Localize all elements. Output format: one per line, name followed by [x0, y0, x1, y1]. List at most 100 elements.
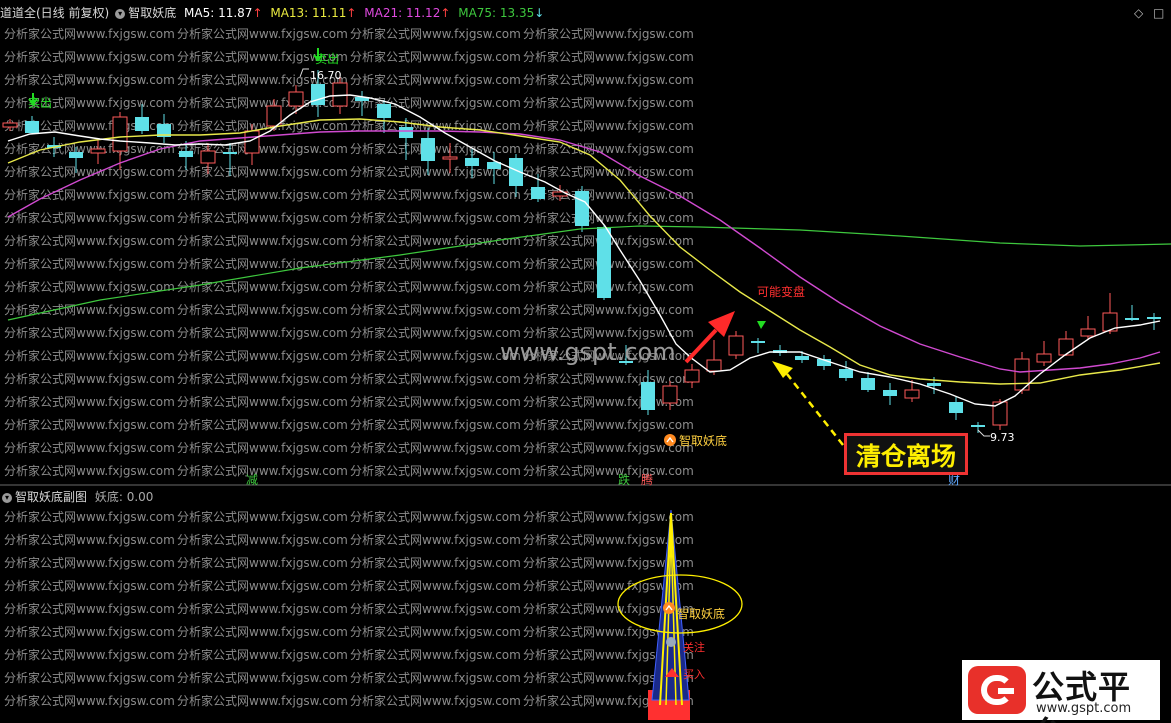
center-watermark: www.gspt.com — [500, 338, 676, 366]
candle-down — [223, 152, 237, 154]
watermark-text: 分析家公式网www.fxjgsw.com — [177, 601, 348, 616]
watermark-text: 分析家公式网www.fxjgsw.com — [350, 601, 521, 616]
watermark-text: 分析家公式网www.fxjgsw.com — [177, 555, 348, 570]
sub-yaodi-icon — [663, 602, 675, 614]
watermark-text: 分析家公式网www.fxjgsw.com — [350, 532, 521, 547]
candle-up — [112, 116, 128, 152]
candle-down — [839, 369, 853, 378]
low-price-label: 9.73 — [990, 431, 1015, 444]
watermark-text: 分析家公式网www.fxjgsw.com — [4, 670, 175, 685]
watermark-text: 分析家公式网www.fxjgsw.com — [177, 693, 348, 708]
watermark-layer: 分析家公式网www.fxjgsw.com 分析家公式网www.fxjgsw.com… — [4, 26, 694, 708]
watermark-text: 分析家公式网www.fxjgsw.com — [350, 693, 521, 708]
chart-canvas[interactable]: 分析家公式网www.fxjgsw.com 分析家公式网www.fxjgsw.com… — [0, 0, 1171, 723]
watermark-text: 分析家公式网www.fxjgsw.com — [177, 509, 348, 524]
watermark-text: 分析家公式网www.fxjgsw.com — [4, 26, 175, 41]
logo-url: www.gspt.com — [1036, 701, 1132, 716]
candle-up — [904, 389, 920, 399]
watermark-text: 分析家公式网www.fxjgsw.com — [350, 141, 521, 156]
diamond-icon[interactable]: ◇ — [1134, 2, 1143, 24]
watermark-text: 分析家公式网www.fxjgsw.com — [4, 578, 175, 593]
mark-teng: 腾 — [641, 472, 653, 487]
candle-down — [399, 127, 413, 138]
watermark-text: 分析家公式网www.fxjgsw.com — [177, 187, 348, 202]
watermark-text: 分析家公式网www.fxjgsw.com — [177, 279, 348, 294]
ma21-value: MA21: 11.12 — [364, 6, 441, 20]
candle-up — [2, 122, 18, 128]
main-chart-header: 道道全(日线 前复权) ▾ 智取妖底 MA5: 11.87↑ MA13: 11.11… — [0, 2, 1171, 24]
candle-up — [200, 150, 216, 164]
watermark-text: 分析家公式网www.fxjgsw.com — [177, 532, 348, 547]
watermark-text: 分析家公式网www.fxjgsw.com — [523, 302, 694, 317]
watermark-text: 分析家公式网www.fxjgsw.com — [177, 325, 348, 340]
watermark-text: 分析家公式网www.fxjgsw.com — [350, 371, 521, 386]
candle-down — [135, 117, 149, 131]
watermark-text: 分析家公式网www.fxjgsw.com — [523, 72, 694, 87]
watermark-text: 分析家公式网www.fxjgsw.com — [350, 578, 521, 593]
watermark-text: 分析家公式网www.fxjgsw.com — [177, 578, 348, 593]
watermark-text: 分析家公式网www.fxjgsw.com — [4, 233, 175, 248]
candle-up — [1036, 353, 1052, 363]
watermark-text: 分析家公式网www.fxjgsw.com — [4, 693, 175, 708]
ma5-arrow-icon: ↑ — [252, 6, 263, 20]
watermark-text: 分析家公式网www.fxjgsw.com — [4, 624, 175, 639]
watermark-text: 分析家公式网www.fxjgsw.com — [350, 348, 521, 363]
watermark-text: 分析家公式网www.fxjgsw.com — [4, 647, 175, 662]
watermark-text: 分析家公式网www.fxjgsw.com — [4, 555, 175, 570]
watermark-text: 分析家公式网www.fxjgsw.com — [177, 302, 348, 317]
sub-indicator-menu-icon[interactable]: ▾ — [2, 492, 12, 503]
watermark-text: 分析家公式网www.fxjgsw.com — [350, 26, 521, 41]
watermark-text: 分析家公式网www.fxjgsw.com — [350, 302, 521, 317]
green-triangle-icon — [757, 321, 766, 329]
watermark-text: 分析家公式网www.fxjgsw.com — [177, 210, 348, 225]
chart-title[interactable]: 道道全(日线 前复权) — [0, 6, 109, 20]
candle-up — [1080, 328, 1096, 337]
watermark-text: 分析家公式网www.fxjgsw.com — [350, 187, 521, 202]
watermark-text: 分析家公式网www.fxjgsw.com — [523, 371, 694, 386]
watermark-text: 分析家公式网www.fxjgsw.com — [177, 233, 348, 248]
sub-chart-value: 妖底: 0.00 — [94, 490, 154, 504]
watermark-text: 分析家公式网www.fxjgsw.com — [523, 164, 694, 179]
stock-chart-window: 道道全(日线 前复权) ▾ 智取妖底 MA5: 11.87↑ MA13: 11.11… — [0, 0, 1171, 723]
may-reverse-label: 可能变盘 — [757, 284, 805, 299]
watermark-text: 分析家公式网www.fxjgsw.com — [177, 463, 348, 478]
watermark-text: 分析家公式网www.fxjgsw.com — [523, 187, 694, 202]
candle-up — [288, 91, 304, 107]
candle-down — [927, 383, 941, 386]
indicator-name[interactable]: 智取妖底 — [128, 6, 176, 20]
watermark-text: 分析家公式网www.fxjgsw.com — [4, 279, 175, 294]
candle-down — [179, 151, 193, 157]
candle-down — [311, 84, 325, 105]
watermark-text: 分析家公式网www.fxjgsw.com — [4, 440, 175, 455]
candle-up — [684, 369, 700, 383]
candle-down — [531, 187, 545, 199]
watermark-text: 分析家公式网www.fxjgsw.com — [177, 164, 348, 179]
watermark-text: 分析家公式网www.fxjgsw.com — [350, 49, 521, 64]
sub-focus-label: 关注 — [683, 640, 705, 654]
watermark-text: 分析家公式网www.fxjgsw.com — [523, 417, 694, 432]
watermark-text: 分析家公式网www.fxjgsw.com — [350, 72, 521, 87]
indicator-menu-icon[interactable]: ▾ — [115, 8, 126, 19]
watermark-text: 分析家公式网www.fxjgsw.com — [523, 118, 694, 133]
watermark-text: 分析家公式网www.fxjgsw.com — [350, 394, 521, 409]
ma21-arrow-icon: ↑ — [440, 6, 451, 20]
candle-down — [795, 356, 809, 360]
ma75-value: MA75: 13.35 — [458, 6, 535, 20]
sub-yaodi-label: 智取妖底 — [677, 606, 725, 621]
watermark-text: 分析家公式网www.fxjgsw.com — [4, 348, 175, 363]
watermark-text: 分析家公式网www.fxjgsw.com — [4, 463, 175, 478]
candle-down — [861, 378, 875, 390]
candle-down — [465, 158, 479, 166]
watermark-text: 分析家公式网www.fxjgsw.com — [4, 601, 175, 616]
watermark-text: 分析家公式网www.fxjgsw.com — [350, 647, 521, 662]
expand-panel-icon[interactable]: □ — [1153, 2, 1164, 24]
sub-chart-title[interactable]: 智取妖底副图 — [15, 490, 87, 504]
candle-down — [1147, 317, 1161, 319]
watermark-text: 分析家公式网www.fxjgsw.com — [177, 647, 348, 662]
brand-logo: 公式平台 www.gspt.com — [962, 660, 1160, 723]
watermark-text: 分析家公式网www.fxjgsw.com — [4, 187, 175, 202]
candle-down — [597, 227, 611, 298]
watermark-text: 分析家公式网www.fxjgsw.com — [523, 509, 694, 524]
candle-down — [971, 425, 985, 427]
candle-down — [421, 138, 435, 161]
